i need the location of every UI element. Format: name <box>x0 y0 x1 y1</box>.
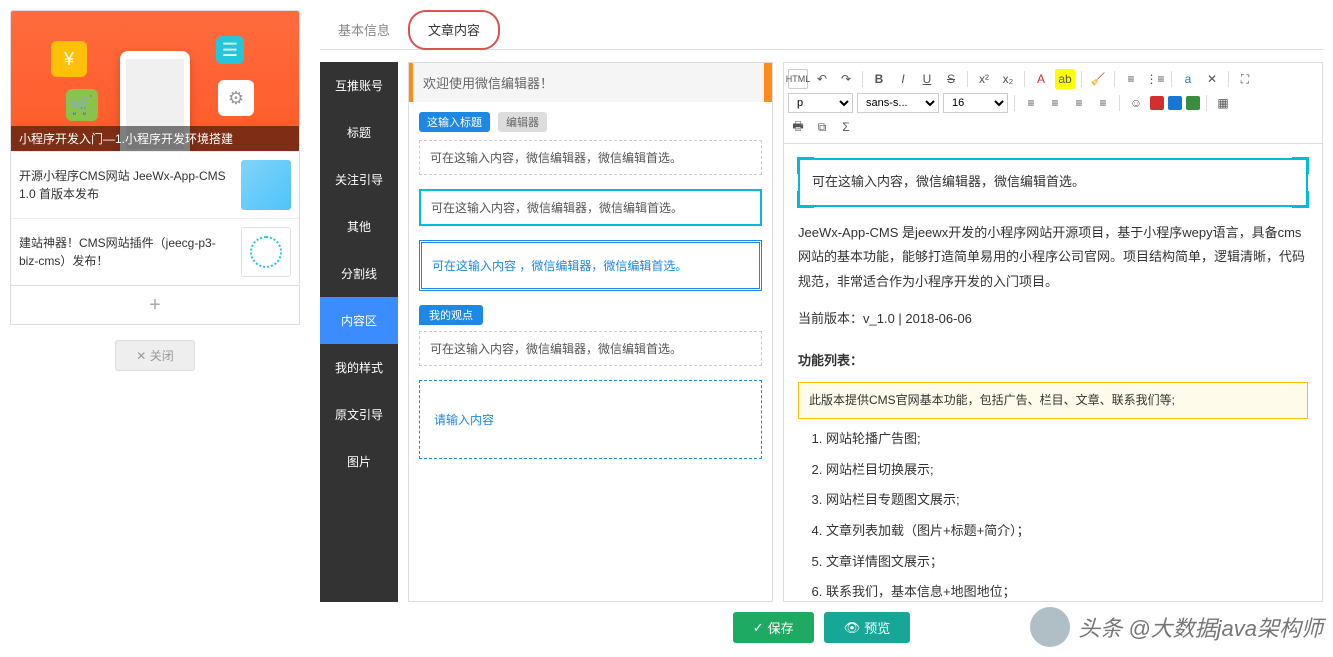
emoji-button[interactable]: ☺ <box>1126 93 1146 113</box>
tab-basic[interactable]: 基本信息 <box>320 10 408 49</box>
template-plain[interactable]: 可在这输入内容，微信编辑器，微信编辑首选。 <box>419 140 762 175</box>
close-button[interactable]: ✕ 关闭 <box>115 340 194 371</box>
paragraph: JeeWx-App-CMS 是jeewx开发的小程序网站开源项目，基于小程序we… <box>798 221 1308 295</box>
gear-icon: ⚙ <box>218 80 254 116</box>
feature-list-item: 网站轮播广告图; <box>826 427 1308 452</box>
hero-image[interactable]: ¥ ☰ 🛒 ⚙ 小程序开发入门—1.小程序开发环境搭建 <box>11 11 299 151</box>
save-button[interactable]: ✓ 保存 <box>733 612 814 643</box>
cart-icon: 🛒 <box>66 89 98 121</box>
fullscreen-button[interactable]: ⛶ <box>1235 69 1255 89</box>
category-nav-item[interactable]: 互推账号 <box>320 62 398 109</box>
category-nav: 互推账号标题关注引导其他分割线内容区我的样式原文引导图片 <box>320 62 398 602</box>
feature-title: 功能列表： <box>798 349 1308 374</box>
highlight-text: 可在这输入内容，微信编辑器，微信编辑首选。 <box>812 174 1085 189</box>
align-justify-button[interactable]: ≡ <box>1093 93 1113 113</box>
html-source-button[interactable]: HTML <box>788 69 808 89</box>
welcome-bar: 欢迎使用微信编辑器！ <box>409 63 772 102</box>
ul-button[interactable]: ⋮≡ <box>1145 69 1165 89</box>
align-center-button[interactable]: ≡ <box>1045 93 1065 113</box>
list-item[interactable]: 建站神器！CMS网站插件（jeecg-p3-biz-cms）发布！ <box>11 218 299 285</box>
version-line: 当前版本：v_1.0 | 2018-06-06 <box>798 307 1308 332</box>
coin-icon: ¥ <box>51 41 87 77</box>
category-nav-item[interactable]: 内容区 <box>320 297 398 344</box>
tabs: 基本信息 文章内容 <box>320 10 1323 50</box>
link-button[interactable]: a <box>1178 69 1198 89</box>
category-nav-item[interactable]: 标题 <box>320 109 398 156</box>
font-select[interactable]: sans-s... <box>857 93 939 113</box>
italic-button[interactable]: I <box>893 69 913 89</box>
main-panel: 基本信息 文章内容 互推账号标题关注引导其他分割线内容区我的样式原文引导图片 欢… <box>310 0 1333 657</box>
backcolor-button[interactable]: ab <box>1055 69 1075 89</box>
color-green-icon[interactable] <box>1186 96 1200 110</box>
strike-button[interactable]: S <box>941 69 961 89</box>
tag-row: 这输入标题 编辑器 <box>419 112 762 132</box>
highlight-box: 可在这输入内容，微信编辑器，微信编辑首选。 <box>798 158 1308 207</box>
editor-content[interactable]: 可在这输入内容，微信编辑器，微信编辑首选。 JeeWx-App-CMS 是jee… <box>784 144 1322 601</box>
paragraph-select[interactable]: p <box>788 93 853 113</box>
undo-button[interactable]: ↶ <box>812 69 832 89</box>
list-thumb <box>241 227 291 277</box>
align-right-button[interactable]: ≡ <box>1069 93 1089 113</box>
editor-row: 互推账号标题关注引导其他分割线内容区我的样式原文引导图片 欢迎使用微信编辑器！ … <box>320 62 1323 602</box>
left-panel: ¥ ☰ 🛒 ⚙ 小程序开发入门—1.小程序开发环境搭建 开源小程序CMS网站 J… <box>0 0 310 657</box>
tab-content[interactable]: 文章内容 <box>408 10 500 50</box>
category-nav-item[interactable]: 其他 <box>320 203 398 250</box>
feature-list-item: 网站栏目切换展示; <box>826 458 1308 483</box>
add-button[interactable]: + <box>10 285 300 325</box>
footer-buttons: ✓ 保存 👁 预览 <box>320 602 1323 647</box>
hero-title: 小程序开发入门—1.小程序开发环境搭建 <box>11 126 299 151</box>
color-red-icon[interactable] <box>1150 96 1164 110</box>
clearformat-button[interactable]: 🧹 <box>1088 69 1108 89</box>
feature-list: 网站轮播广告图; 网站栏目切换展示; 网站栏目专题图文展示; 文章列表加载（图片+标题… <box>826 427 1308 601</box>
fontsize-select[interactable]: 16 <box>943 93 1008 113</box>
print-button[interactable]: 🖶 <box>788 117 808 137</box>
article-card: ¥ ☰ 🛒 ⚙ 小程序开发入门—1.小程序开发环境搭建 开源小程序CMS网站 J… <box>10 10 300 286</box>
feature-box: 此版本提供CMS官网基本功能，包括广告、栏目、文章、联系我们等; <box>798 382 1308 419</box>
align-left-button[interactable]: ≡ <box>1021 93 1041 113</box>
bold-button[interactable]: B <box>869 69 889 89</box>
remove-button[interactable]: ✕ <box>1202 69 1222 89</box>
ol-button[interactable]: ≡ <box>1121 69 1141 89</box>
opinion-label: 我的观点 <box>419 305 483 325</box>
redo-button[interactable]: ↷ <box>836 69 856 89</box>
editor-tag[interactable]: 编辑器 <box>498 112 547 132</box>
table-button[interactable]: ▦ <box>1213 93 1233 113</box>
category-nav-item[interactable]: 图片 <box>320 438 398 485</box>
title-tag[interactable]: 这输入标题 <box>419 112 490 132</box>
formula-button[interactable]: Σ <box>836 117 856 137</box>
template-double-border[interactable]: 可在这输入内容 ，微信编辑器，微信编辑首选。 <box>419 240 762 291</box>
list-item-text: 开源小程序CMS网站 JeeWx-App-CMS 1.0 首版本发布 <box>19 167 233 203</box>
category-nav-item[interactable]: 关注引导 <box>320 156 398 203</box>
preview-button[interactable]: 👁 预览 <box>824 612 911 643</box>
category-nav-item[interactable]: 分割线 <box>320 250 398 297</box>
editor-toolbar: HTML ↶ ↷ B I U S x² x₂ A ab <box>784 63 1322 144</box>
forecolor-button[interactable]: A <box>1031 69 1051 89</box>
subscript-button[interactable]: x₂ <box>998 69 1018 89</box>
category-nav-item[interactable]: 原文引导 <box>320 391 398 438</box>
template-opinion[interactable]: 我的观点 可在这输入内容，微信编辑器，微信编辑首选。 <box>419 305 762 366</box>
template-column: 欢迎使用微信编辑器！ 这输入标题 编辑器 可在这输入内容，微信编辑器，微信编辑首… <box>408 62 773 602</box>
category-nav-item[interactable]: 我的样式 <box>320 344 398 391</box>
underline-button[interactable]: U <box>917 69 937 89</box>
feature-list-item: 联系我们，基本信息+地图地位； <box>826 580 1308 601</box>
list-item[interactable]: 开源小程序CMS网站 JeeWx-App-CMS 1.0 首版本发布 <box>11 151 299 218</box>
rich-editor: HTML ↶ ↷ B I U S x² x₂ A ab <box>783 62 1323 602</box>
feature-list-item: 文章列表加载（图片+标题+简介）； <box>826 519 1308 544</box>
color-blue-icon[interactable] <box>1168 96 1182 110</box>
opinion-body: 可在这输入内容，微信编辑器，微信编辑首选。 <box>419 331 762 366</box>
template-highlight[interactable]: 可在这输入内容，微信编辑器，微信编辑首选。 <box>419 189 762 226</box>
feature-list-item: 文章详情图文展示； <box>826 550 1308 575</box>
app-root: ¥ ☰ 🛒 ⚙ 小程序开发入门—1.小程序开发环境搭建 开源小程序CMS网站 J… <box>0 0 1333 657</box>
comment-icon: ☰ <box>216 36 244 64</box>
template-dashed[interactable]: 请输入内容 <box>419 380 762 459</box>
copy-button[interactable]: ⧉ <box>812 117 832 137</box>
feature-list-item: 网站栏目专题图文展示; <box>826 488 1308 513</box>
list-thumb <box>241 160 291 210</box>
template-list: 这输入标题 编辑器 可在这输入内容，微信编辑器，微信编辑首选。 可在这输入内容，… <box>409 102 772 483</box>
superscript-button[interactable]: x² <box>974 69 994 89</box>
list-item-text: 建站神器！CMS网站插件（jeecg-p3-biz-cms）发布！ <box>19 234 233 270</box>
